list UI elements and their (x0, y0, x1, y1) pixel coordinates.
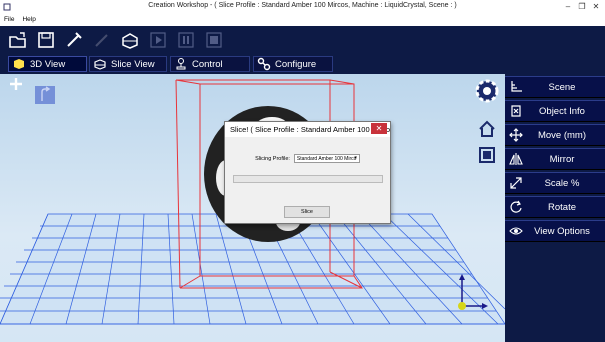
undo-redo-group (35, 86, 77, 104)
minimize-button[interactable]: – (561, 0, 575, 14)
save-icon (38, 32, 54, 48)
dialog-title-bar: Slice! ( Slice Profile : Standard Amber … (225, 122, 390, 137)
dialog-close-button[interactable]: ✕ (371, 123, 387, 134)
maximize-button[interactable]: ❐ (575, 0, 589, 14)
play-icon (150, 32, 166, 48)
axes-icon (511, 81, 522, 92)
stop-icon (206, 32, 222, 48)
object-info-icon (511, 105, 521, 117)
slice-cube-icon (122, 33, 138, 49)
3d-view-icon (14, 59, 24, 69)
stop-button[interactable] (204, 30, 224, 50)
connect-button[interactable] (64, 30, 84, 50)
mirror-icon (509, 153, 523, 165)
save-button[interactable] (36, 30, 56, 50)
pause-button[interactable] (176, 30, 196, 50)
unplug-icon (95, 34, 108, 47)
main-toolbar (0, 26, 605, 54)
rotate-button[interactable]: Rotate (505, 196, 605, 218)
pause-icon (178, 32, 194, 48)
scale-icon (510, 177, 522, 189)
menu-help[interactable]: Help (18, 14, 39, 26)
slicing-profile-label: Slicing Profile: (255, 155, 290, 162)
eye-icon (509, 227, 523, 235)
slice-dialog: Slice! ( Slice Profile : Standard Amber … (224, 121, 391, 224)
view-options-button[interactable]: View Options (505, 220, 605, 242)
close-button[interactable]: ✕ (589, 0, 603, 14)
settings-gear-icon[interactable] (474, 78, 500, 104)
slice-button[interactable]: Slice (284, 206, 330, 218)
scale-button[interactable]: Scale % (505, 172, 605, 194)
window-title: Creation Workshop - ( Slice Profile : St… (148, 2, 457, 9)
move-icon (509, 128, 523, 142)
plug-icon (67, 32, 82, 47)
top-view-icon[interactable] (478, 146, 496, 164)
window-controls: – ❐ ✕ (561, 0, 603, 14)
redo-icon[interactable] (35, 86, 55, 104)
menu-bar: File Help (0, 14, 605, 26)
joystick-icon (176, 58, 186, 70)
tab-slice-view[interactable]: Slice View (89, 56, 167, 72)
configure-icon (257, 57, 271, 71)
tab-control[interactable]: Control (170, 56, 250, 72)
disconnect-button[interactable] (92, 30, 112, 50)
slice-toolbar-button[interactable] (120, 30, 140, 50)
slice-view-icon (94, 59, 106, 70)
home-view-icon[interactable] (478, 120, 496, 138)
tab-3d-view[interactable]: 3D View (8, 56, 87, 72)
add-model-icon[interactable] (9, 77, 23, 91)
rotate-icon (510, 200, 522, 213)
dialog-title: Slice! ( Slice Profile : Standard Amber … (230, 125, 390, 134)
open-folder-icon (9, 32, 26, 48)
object-info-button[interactable]: Object Info (505, 100, 605, 122)
chevron-down-icon: ▾ (354, 155, 357, 161)
play-button[interactable] (148, 30, 168, 50)
menu-file[interactable]: File (0, 14, 18, 26)
scene-button[interactable]: Scene (505, 76, 605, 98)
mirror-button[interactable]: Mirror (505, 148, 605, 170)
title-bar: Creation Workshop - ( Slice Profile : St… (0, 0, 605, 14)
slice-progress-bar (233, 175, 383, 183)
slicing-profile-row: Slicing Profile: Standard Amber 100 Mirc… (225, 154, 390, 163)
view-tab-bar: 3D View Slice View Control Configure (0, 54, 605, 74)
move-button[interactable]: Move (mm) (505, 124, 605, 146)
right-tool-panel: Scene Object Info Move (mm) Mirror Scale… (505, 74, 605, 342)
slicing-profile-select[interactable]: Standard Amber 100 Mirco ▾ (293, 154, 360, 163)
open-file-button[interactable] (8, 30, 28, 50)
tab-configure[interactable]: Configure (253, 56, 333, 72)
